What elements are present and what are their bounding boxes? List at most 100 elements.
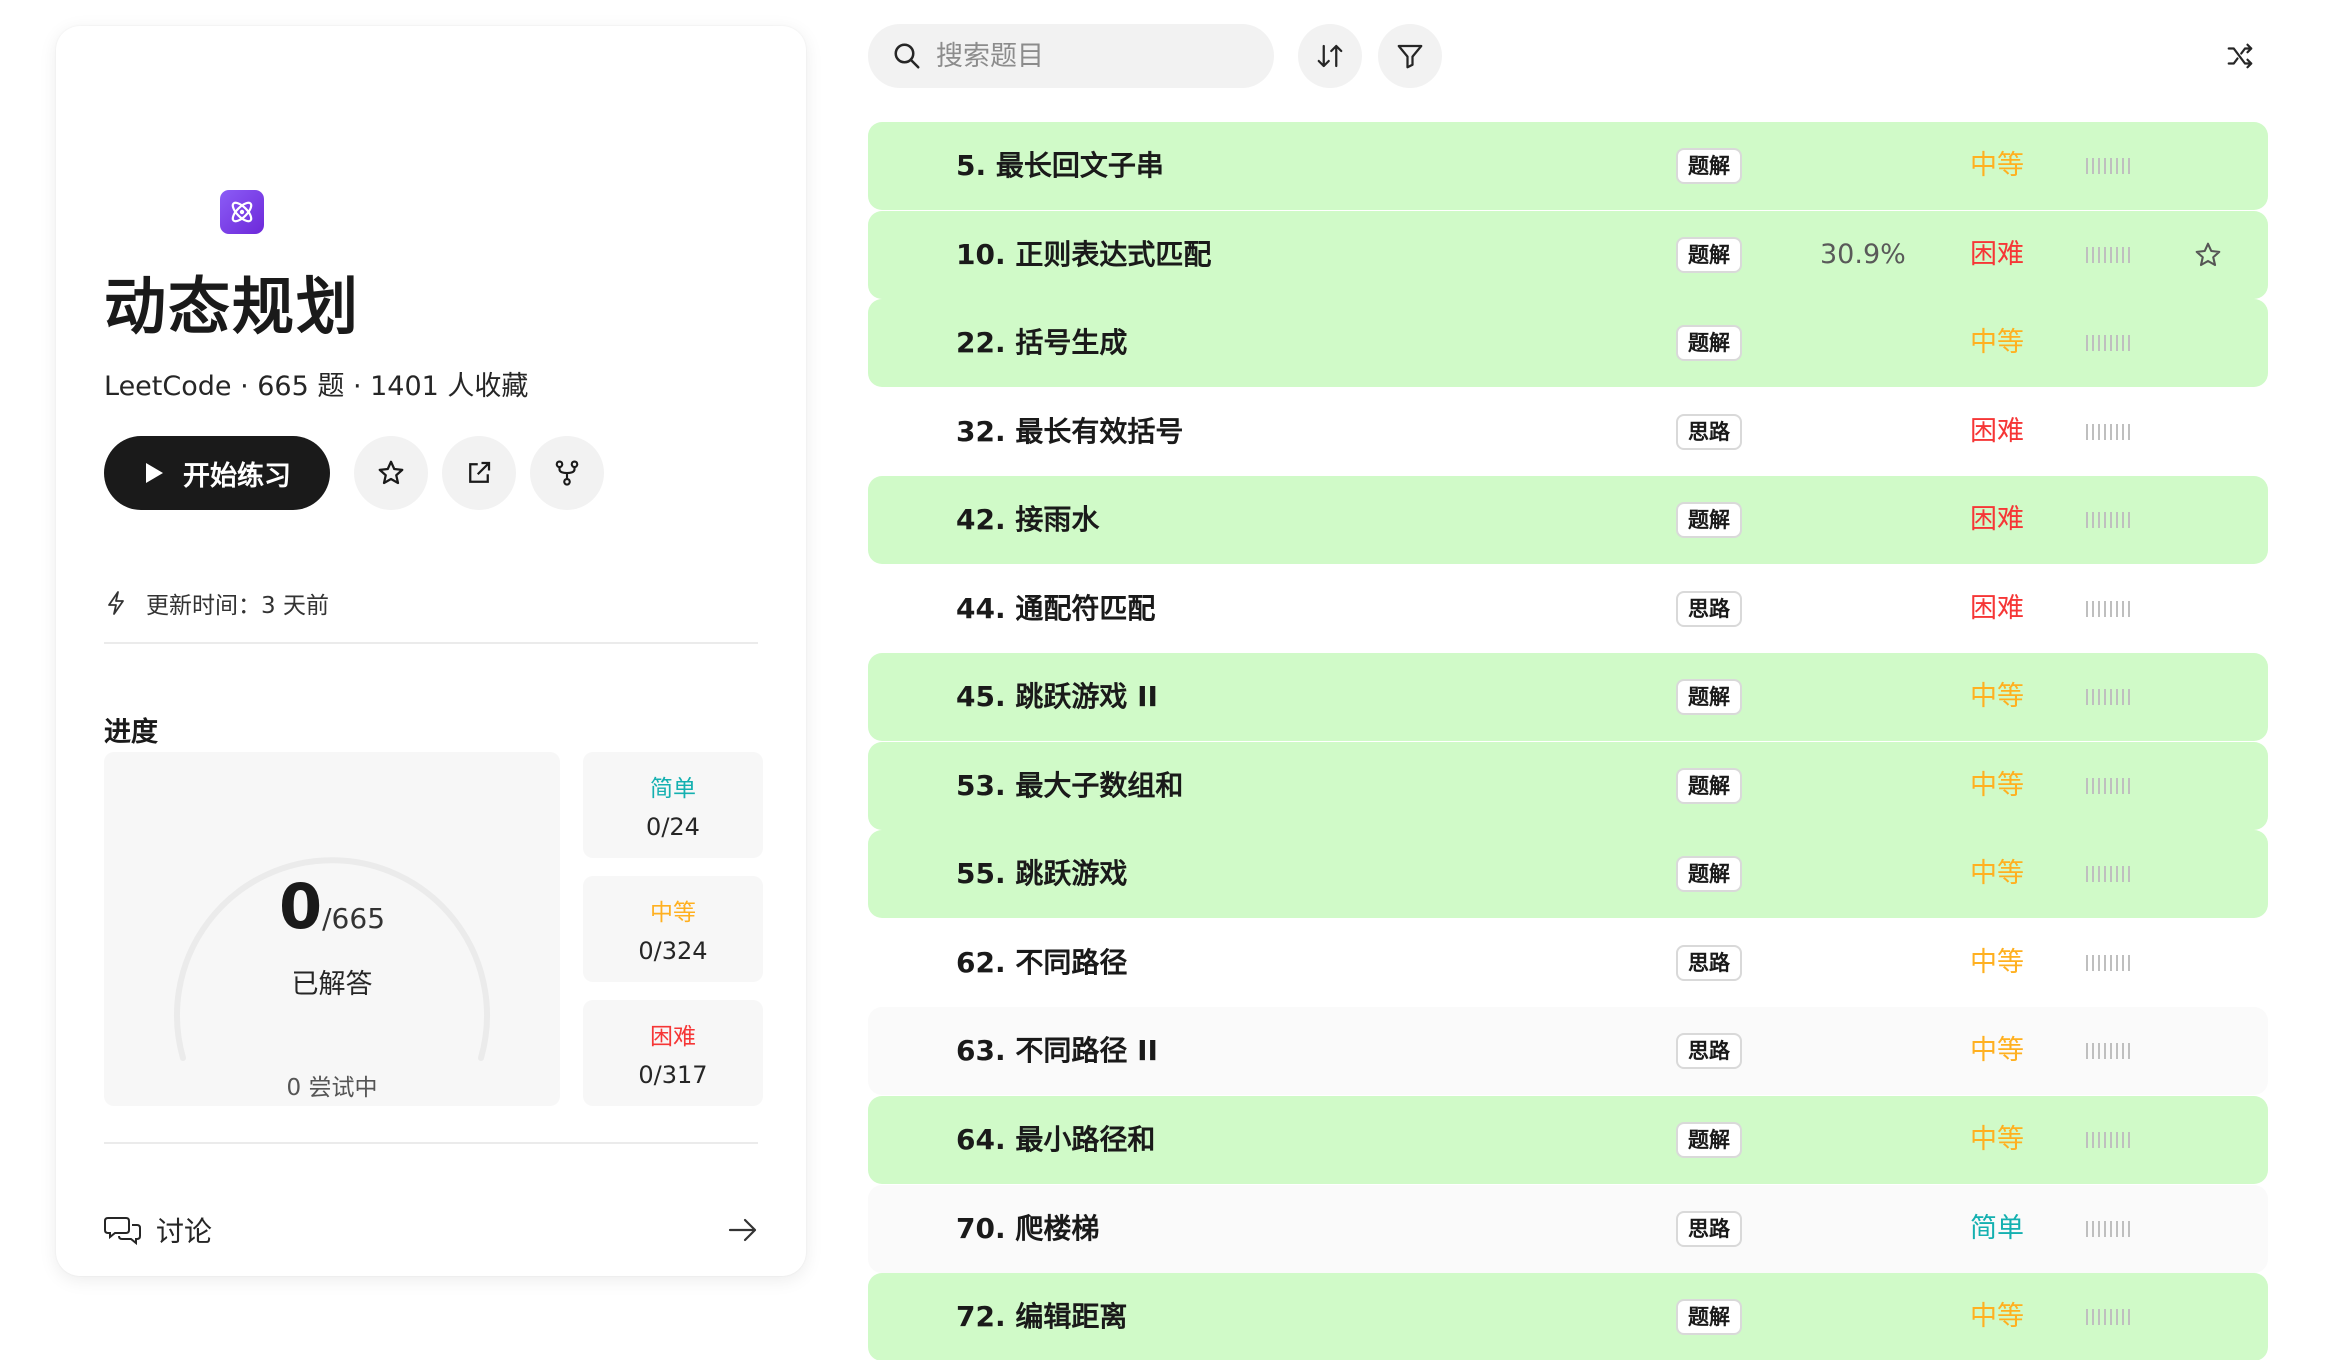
frequency-tick [2086, 423, 2088, 440]
problem-row[interactable]: 10. 正则表达式匹配 题解 30.9% 困难 [868, 210, 2268, 299]
difficulty-label: 中等 [1970, 946, 2024, 978]
frequency-tick [2098, 423, 2100, 440]
frequency-bar [2086, 423, 2130, 440]
problem-title[interactable]: 72. 编辑距离 [956, 1273, 1127, 1360]
frequency-tick [2104, 777, 2106, 794]
frequency-tick [2122, 777, 2124, 794]
update-info: 更新时间：3 天前 [104, 586, 329, 620]
frequency-tick [2116, 1309, 2118, 1326]
problem-row[interactable]: 32. 最长有效括号 思路 困难 [868, 387, 2268, 476]
problem-row[interactable]: 70. 爬楼梯 思路 简单 [868, 1184, 2268, 1273]
solution-tag[interactable]: 思路 [1676, 944, 1742, 981]
problem-title[interactable]: 63. 不同路径 II [956, 1007, 1158, 1095]
frequency-tick [2104, 512, 2106, 529]
problem-title[interactable]: 42. 接雨水 [956, 476, 1099, 564]
frequency-tick [2086, 1043, 2088, 1060]
solution-tag[interactable]: 题解 [1676, 502, 1742, 539]
search-box[interactable] [868, 24, 1274, 88]
list-meta: LeetCode · 665 题 · 1401 人收藏 [104, 371, 529, 402]
frequency-tick [2128, 1043, 2130, 1060]
hard-label: 困难 [650, 1024, 696, 1050]
share-button[interactable] [442, 436, 516, 510]
problem-title[interactable]: 62. 不同路径 [956, 919, 1127, 1007]
problem-title[interactable]: 70. 爬楼梯 [956, 1185, 1099, 1273]
favorite-problem-button[interactable] [2190, 237, 2226, 273]
problem-row[interactable]: 5. 最长回文子串 题解 中等 [868, 122, 2268, 210]
hard-progress: 困难 0/317 [583, 1000, 763, 1106]
frequency-tick [2104, 423, 2106, 440]
problem-row[interactable]: 64. 最小路径和 题解 中等 [868, 1096, 2268, 1185]
frequency-tick [2128, 1132, 2130, 1149]
frequency-tick [2098, 1220, 2100, 1237]
frequency-tick [2098, 1043, 2100, 1060]
frequency-tick [2116, 600, 2118, 617]
frequency-tick [2116, 777, 2118, 794]
solution-tag[interactable]: 思路 [1676, 590, 1742, 627]
divider [104, 642, 758, 644]
search-icon [894, 43, 920, 69]
solution-tag[interactable]: 题解 [1676, 767, 1742, 804]
easy-progress: 简单 0/24 [583, 752, 763, 858]
problem-row[interactable]: 22. 括号生成 题解 中等 [868, 299, 2268, 388]
sort-button[interactable] [1298, 24, 1362, 88]
discuss-link[interactable]: 讨论 [104, 1208, 758, 1252]
difficulty-label: 简单 [1970, 1212, 2024, 1244]
frequency-bar [2086, 1043, 2130, 1060]
frequency-tick [2092, 689, 2094, 706]
favorite-button[interactable] [354, 436, 428, 510]
problem-row[interactable]: 62. 不同路径 思路 中等 [868, 918, 2268, 1007]
frequency-tick [2098, 866, 2100, 883]
frequency-tick [2092, 1132, 2094, 1149]
frequency-tick [2110, 1132, 2112, 1149]
difficulty-label: 中等 [1970, 769, 2024, 801]
solution-tag[interactable]: 题解 [1676, 1122, 1742, 1159]
frequency-tick [2116, 246, 2118, 263]
problem-title[interactable]: 10. 正则表达式匹配 [956, 211, 1211, 299]
filter-button[interactable] [1378, 24, 1442, 88]
frequency-tick [2128, 335, 2130, 352]
problem-title[interactable]: 5. 最长回文子串 [956, 122, 1164, 210]
solution-tag[interactable]: 思路 [1676, 1033, 1742, 1070]
problem-row[interactable]: 72. 编辑距离 题解 中等 [868, 1273, 2268, 1360]
solution-tag[interactable]: 思路 [1676, 413, 1742, 450]
solution-tag[interactable]: 题解 [1676, 236, 1742, 273]
problem-title[interactable]: 64. 最小路径和 [956, 1096, 1155, 1184]
frequency-bar [2086, 777, 2130, 794]
frequency-tick [2110, 246, 2112, 263]
problem-row[interactable]: 53. 最大子数组和 题解 中等 [868, 741, 2268, 830]
solution-tag[interactable]: 题解 [1676, 1299, 1742, 1336]
frequency-bar [2086, 1132, 2130, 1149]
frequency-tick [2098, 954, 2100, 971]
problem-row[interactable]: 55. 跳跃游戏 题解 中等 [868, 830, 2268, 919]
problem-row[interactable]: 44. 通配符匹配 思路 困难 [868, 564, 2268, 653]
frequency-tick [2116, 866, 2118, 883]
frequency-tick [2098, 246, 2100, 263]
problem-title[interactable]: 55. 跳跃游戏 [956, 830, 1127, 918]
fork-button[interactable] [530, 436, 604, 510]
search-input[interactable] [936, 40, 1246, 72]
frequency-tick [2110, 954, 2112, 971]
solution-tag[interactable]: 题解 [1676, 856, 1742, 893]
frequency-tick [2092, 1309, 2094, 1326]
shuffle-button[interactable] [2220, 36, 2260, 76]
frequency-tick [2092, 1220, 2094, 1237]
difficulty-label: 困难 [1970, 504, 2024, 536]
start-practice-button[interactable]: 开始练习 [104, 436, 330, 510]
problem-title[interactable]: 45. 跳跃游戏 II [956, 653, 1158, 741]
frequency-tick [2116, 158, 2118, 174]
solution-tag[interactable]: 题解 [1676, 325, 1742, 362]
solution-tag[interactable]: 思路 [1676, 1210, 1742, 1247]
problem-row[interactable]: 45. 跳跃游戏 II 题解 中等 [868, 653, 2268, 742]
problem-row[interactable]: 42. 接雨水 题解 困难 [868, 476, 2268, 565]
frequency-tick [2098, 689, 2100, 706]
solution-tag[interactable]: 题解 [1676, 679, 1742, 716]
problem-title[interactable]: 53. 最大子数组和 [956, 742, 1183, 830]
problem-row[interactable]: 63. 不同路径 II 思路 中等 [868, 1007, 2268, 1096]
difficulty-label: 中等 [1970, 327, 2024, 359]
lightning-icon [108, 591, 124, 615]
medium-label: 中等 [650, 900, 696, 926]
problem-title[interactable]: 22. 括号生成 [956, 299, 1127, 387]
problem-title[interactable]: 32. 最长有效括号 [956, 388, 1183, 476]
solution-tag[interactable]: 题解 [1676, 148, 1742, 184]
problem-title[interactable]: 44. 通配符匹配 [956, 565, 1155, 653]
